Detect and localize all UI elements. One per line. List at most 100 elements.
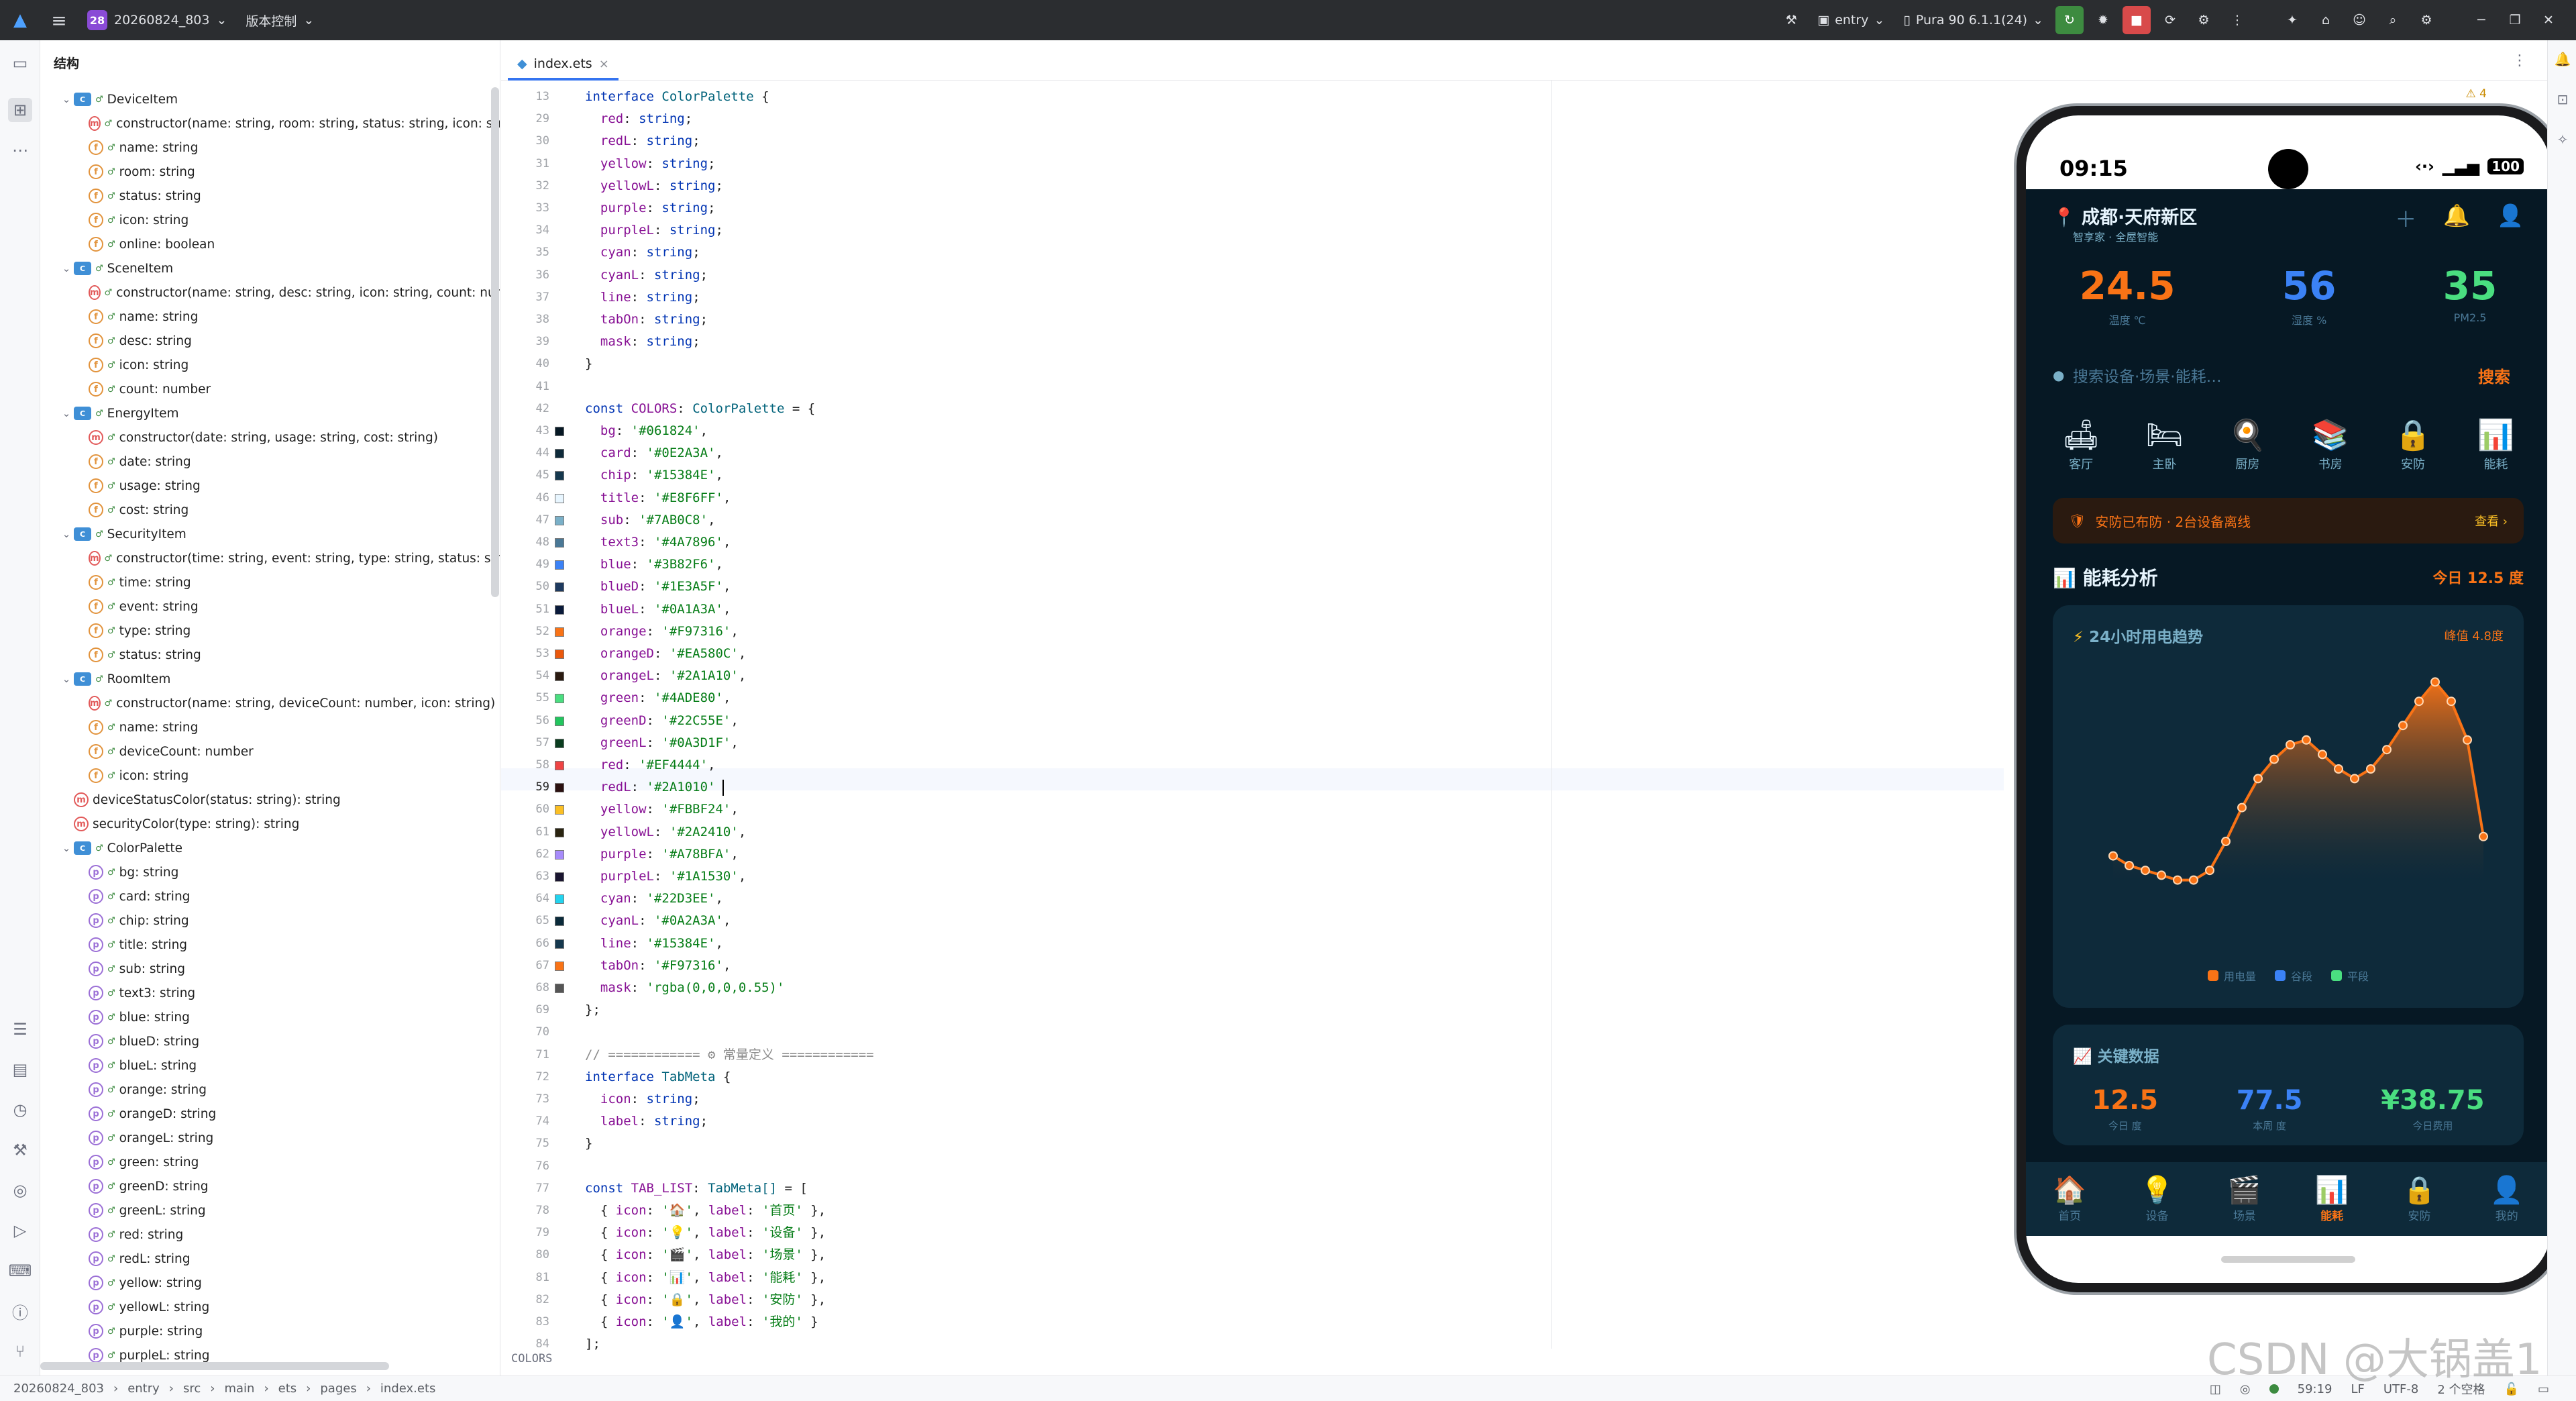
data-point[interactable] (2253, 774, 2263, 784)
search-icon[interactable]: ⌕ (2379, 6, 2407, 34)
room-item[interactable]: 🛋 客厅 (2062, 417, 2100, 472)
restore-button[interactable]: ❐ (2501, 6, 2529, 34)
tree-row[interactable]: f ♂ status: string (40, 184, 490, 208)
code-line[interactable]: label: string; (585, 1110, 708, 1133)
tree-row[interactable]: f ♂ cost: string (40, 498, 490, 522)
data-point[interactable] (2173, 875, 2182, 885)
nav-tab[interactable]: 🎬 场景 (2204, 1162, 2285, 1236)
tree-row[interactable]: f ♂ status: string (40, 643, 490, 667)
data-point[interactable] (2414, 696, 2424, 707)
chevron-down-icon[interactable]: ⌄ (59, 407, 74, 419)
problems-icon[interactable]: ⓘ (8, 1299, 32, 1323)
chevron-down-icon[interactable]: ⌄ (59, 528, 74, 540)
color-swatch[interactable] (555, 961, 564, 971)
nav-tab[interactable]: 🏠 首页 (2029, 1162, 2110, 1236)
breadcrumb-item[interactable]: ets (278, 1382, 297, 1396)
tree-row[interactable]: f ♂ icon: string (40, 764, 490, 788)
color-swatch[interactable] (555, 605, 564, 615)
inspection-widget[interactable]: ⚠ 4 (2466, 87, 2487, 101)
chevron-down-icon[interactable]: ⌄ (59, 262, 74, 274)
code-line[interactable]: mask: 'rgba(0,0,0,0.55)' (585, 977, 785, 999)
tree-row[interactable]: m ♂ constructor(name: string, deviceCount:… (40, 691, 495, 715)
minimize-button[interactable]: ─ (2467, 6, 2496, 34)
color-swatch[interactable] (555, 761, 564, 770)
structure-icon[interactable]: ⊞ (8, 98, 32, 122)
code-line[interactable]: { icon: '🎬', label: '场景' }, (585, 1244, 826, 1266)
tree-row[interactable]: p ♂ green: string (40, 1150, 490, 1174)
tree-row[interactable]: f ♂ type: string (40, 619, 490, 643)
tree-row[interactable]: m ♂ constructor(name: string, room: string… (40, 111, 500, 136)
code-line[interactable]: cyanL: '#0A2A3A', (585, 910, 731, 932)
apply-changes-icon[interactable]: ⟳ (2156, 6, 2184, 34)
code-line[interactable]: purple: '#A78BFA', (585, 843, 739, 866)
editor-tab[interactable]: ◆ index.ets × (508, 50, 619, 81)
tree-row[interactable]: f ♂ online: boolean (40, 232, 490, 256)
code-line[interactable]: ]; (585, 1333, 600, 1355)
profiler-icon[interactable]: ⚙ (2190, 6, 2218, 34)
tree-row[interactable]: m ♂ constructor(time: string, event: strin… (40, 546, 500, 570)
bell-icon[interactable]: 🔔 (2443, 203, 2470, 234)
search-bar[interactable]: ● 搜索设备·场景·能耗… 搜索 (2053, 352, 2524, 399)
rerun-button[interactable]: ↻ (2055, 6, 2084, 34)
git-icon[interactable]: ⑂ (8, 1339, 32, 1363)
folder-icon[interactable]: ⌂ (2312, 6, 2340, 34)
color-swatch[interactable] (555, 939, 564, 949)
color-swatch[interactable] (555, 538, 564, 548)
tree-row[interactable]: f ♂ room: string (40, 160, 490, 184)
code-line[interactable]: interface TabMeta { (585, 1066, 731, 1088)
data-point[interactable] (2479, 831, 2488, 841)
chevron-down-icon[interactable]: ⌄ (59, 673, 74, 685)
ai-assistant-icon[interactable]: ✧ (2553, 130, 2572, 149)
data-point[interactable] (2157, 870, 2166, 880)
plugin-icon[interactable]: ✦ (2278, 6, 2306, 34)
code-line[interactable]: // ============ ⚙ 常量定义 ============ (585, 1044, 874, 1066)
code-line[interactable]: }; (585, 999, 600, 1021)
color-swatch[interactable] (555, 493, 564, 503)
code-line[interactable]: mask: string; (585, 331, 700, 353)
more-actions-icon[interactable]: ⋮ (2223, 6, 2251, 34)
code-line[interactable]: title: '#E8F6FF', (585, 487, 731, 509)
main-menu-icon[interactable]: ≡ (40, 9, 78, 32)
data-point[interactable] (2125, 861, 2134, 870)
data-point[interactable] (2318, 749, 2327, 760)
breadcrumb-item[interactable]: src (183, 1382, 201, 1396)
code-line[interactable]: { icon: '💡', label: '设备' }, (585, 1222, 826, 1244)
tree-row[interactable]: ⌄ C ♂ DeviceItem (40, 87, 490, 111)
code-line[interactable]: greenD: '#22C55E', (585, 710, 739, 732)
color-swatch[interactable] (555, 872, 564, 882)
tree-row[interactable]: f ♂ name: string (40, 136, 490, 160)
code-line[interactable]: sub: '#7AB0C8', (585, 509, 716, 531)
color-swatch[interactable] (555, 827, 564, 837)
more-tabs-icon[interactable]: ⋮ (2512, 52, 2527, 69)
code-line[interactable]: tabOn: '#F97316', (585, 955, 731, 977)
data-point[interactable] (2430, 677, 2440, 687)
tree-row[interactable]: f ♂ count: number (40, 377, 490, 401)
breadcrumb-item[interactable]: entry (127, 1382, 160, 1396)
tree-row[interactable]: p ♂ blueD: string (40, 1029, 490, 1053)
tree-row[interactable]: f ♂ icon: string (40, 208, 490, 232)
color-swatch[interactable] (555, 694, 564, 704)
vcs-menu[interactable]: 版本控制 ⌄ (236, 7, 323, 34)
code-line[interactable]: purpleL: '#1A1530', (585, 866, 746, 888)
code-line[interactable]: green: '#4ADE80', (585, 687, 731, 709)
close-button[interactable]: ✕ (2534, 6, 2563, 34)
room-item[interactable]: 🔒 安防 (2395, 417, 2432, 472)
add-icon[interactable]: ＋ (2395, 203, 2416, 234)
color-swatch[interactable] (555, 805, 564, 815)
code-line[interactable]: cyan: '#22D3EE', (585, 888, 723, 910)
code-line[interactable]: { icon: '👤', label: '我的' } (585, 1311, 818, 1333)
tree-row[interactable]: p ♂ sub: string (40, 957, 490, 981)
code-line[interactable]: interface ColorPalette { (585, 86, 769, 108)
color-swatch[interactable] (555, 449, 564, 459)
previewer-icon[interactable]: ⊡ (2553, 90, 2572, 109)
data-point[interactable] (2286, 740, 2295, 749)
color-swatch[interactable] (555, 716, 564, 726)
code-line[interactable]: chip: '#15384E', (585, 464, 723, 486)
tree-row[interactable]: ⌄ C ♂ SceneItem (40, 256, 490, 280)
code-line[interactable]: orangeD: '#EA580C', (585, 643, 746, 665)
nav-tab[interactable]: 💡 设备 (2116, 1162, 2197, 1236)
code-line[interactable]: cyan: string; (585, 242, 700, 264)
code-line[interactable]: redL: '#2A1010' (585, 776, 724, 798)
data-point[interactable] (2447, 696, 2456, 707)
tree-row[interactable]: ⌄ C ♂ RoomItem (40, 667, 490, 691)
